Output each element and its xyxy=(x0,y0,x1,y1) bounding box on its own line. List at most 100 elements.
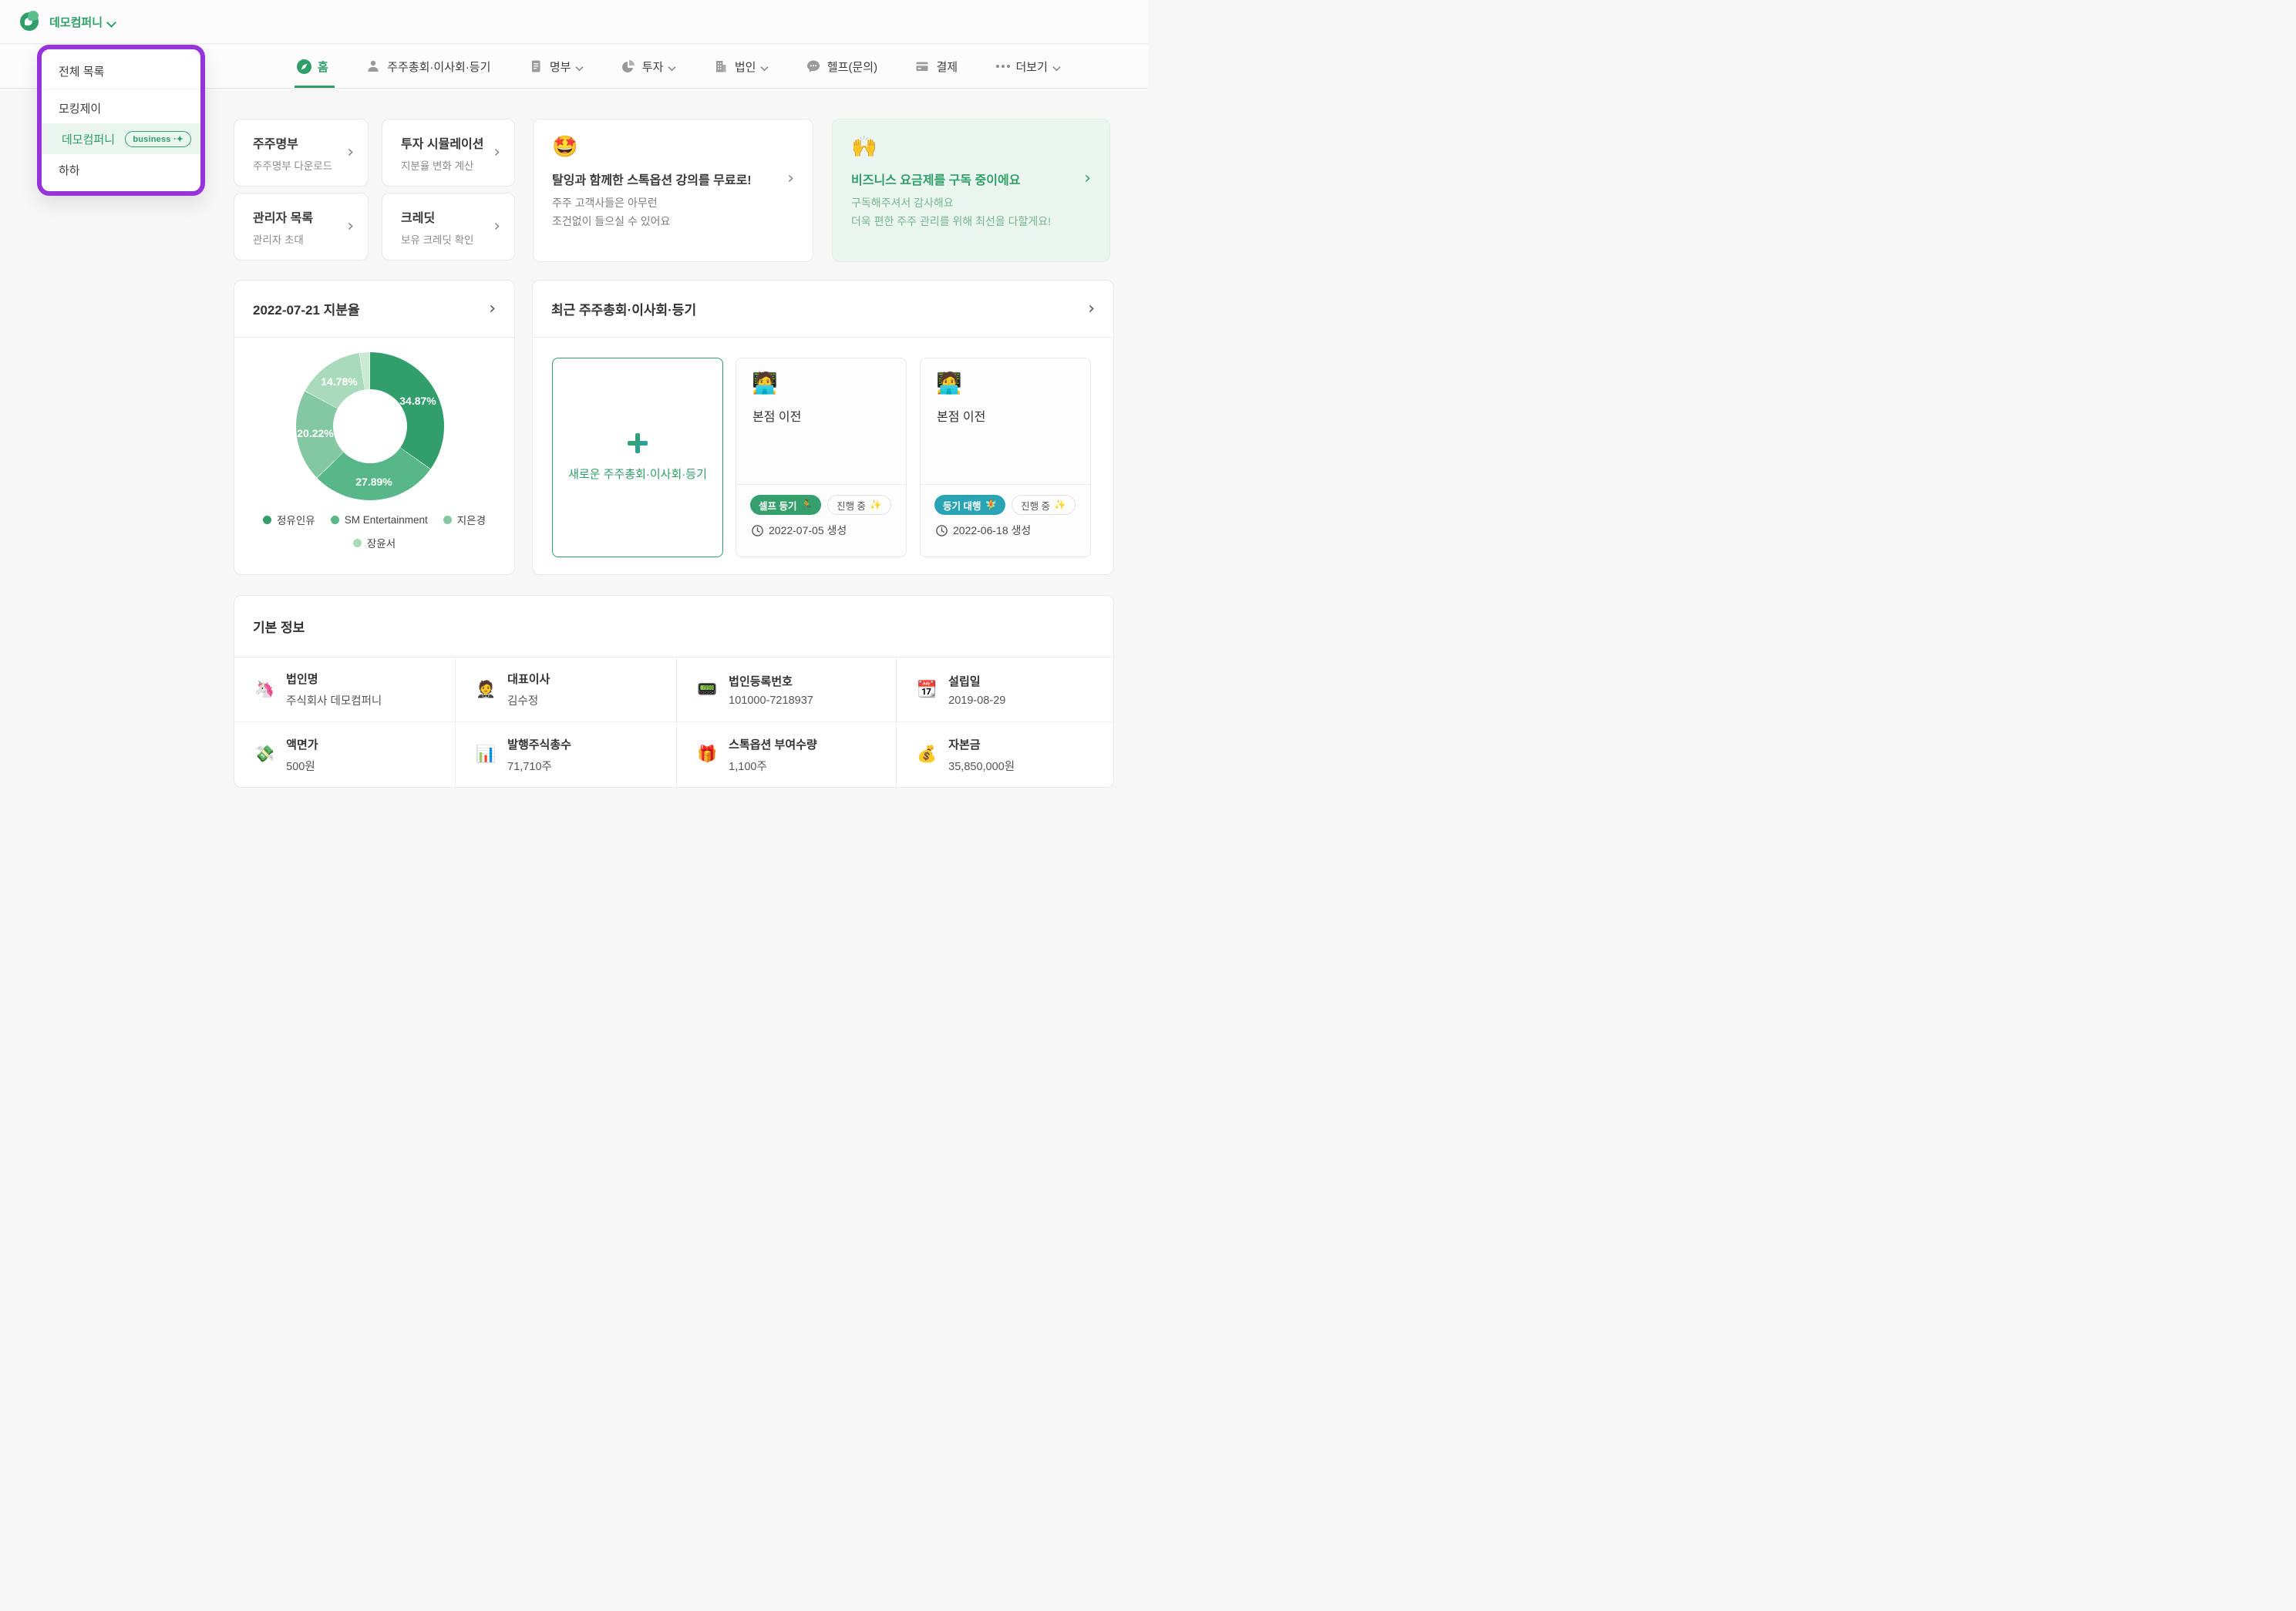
info-cell-registration-number: 📟 법인등록번호101000-7218937 xyxy=(677,658,897,722)
new-registry-label: 새로운 주주총회·이사회·등기 xyxy=(557,466,719,482)
chevron-right-icon: › xyxy=(493,144,500,161)
calendar-emoji: 📆 xyxy=(917,681,937,699)
divider xyxy=(736,484,906,485)
person-icon xyxy=(366,59,381,74)
dropdown-item-democompany-selected[interactable]: 데모컴퍼니 business ‧✦ xyxy=(42,123,200,154)
registry-status-badge: 진행 중✨ xyxy=(1012,495,1076,515)
chevron-down-icon xyxy=(762,63,767,69)
legend-item: 장윤서 xyxy=(353,535,396,550)
dropdown-item-haha[interactable]: 하하 xyxy=(42,154,200,185)
nav-tab-label: 헬프(문의) xyxy=(827,59,877,75)
dropdown-item-all-companies[interactable]: 전체 목록 xyxy=(42,54,200,89)
top-header: 데모컴퍼니 xyxy=(0,0,1148,44)
subscription-title: 비즈니스 요금제를 구독 중이에요 xyxy=(851,170,1020,188)
fairy-emoji: 🧚 xyxy=(985,499,997,511)
ownership-donut: 34.87% 27.89% 20.22% 14.78% xyxy=(296,352,444,500)
info-cell-capital: 💰 자본금35,850,000원 xyxy=(897,722,1113,787)
credit-card-icon xyxy=(915,59,930,74)
company-switcher[interactable]: 데모컴퍼니 xyxy=(49,14,115,30)
nav-tab-label: 홈 xyxy=(318,59,328,75)
quick-card-investment-simulation[interactable]: 투자 시뮬레이션 지분율 변화 계산 › xyxy=(382,119,515,187)
legend-dot xyxy=(353,539,362,547)
nav-tab-label: 법인 xyxy=(735,59,756,75)
donut-legend-row2: 장윤서 xyxy=(234,535,514,550)
subscription-line1: 구독해주셔서 감사해요 xyxy=(851,195,1091,210)
chevron-down-icon xyxy=(577,63,582,69)
chat-bubble-icon xyxy=(806,59,821,74)
nav-tab-more[interactable]: 더보기 xyxy=(996,45,1060,88)
dropdown-item-label: 전체 목록 xyxy=(59,63,104,79)
person-suit-emoji: 🤵 xyxy=(476,681,496,699)
nav-tab-general-meeting[interactable]: 주주총회·이사회·등기 xyxy=(366,45,490,88)
chevron-right-icon: › xyxy=(1084,170,1091,187)
basic-info-card: 기본 정보 🦄 법인명주식회사 데모컴퍼니 🤵 대표이사김수정 📟 법인등록번호… xyxy=(234,595,1114,788)
info-cell-founding-date: 📆 설립일2019-08-29 xyxy=(897,658,1113,722)
clock-icon xyxy=(752,525,763,536)
sparkles-emoji: ✨ xyxy=(870,499,882,511)
legend-dot xyxy=(443,516,452,524)
money-bag-emoji: 💰 xyxy=(917,745,937,764)
nav-tab-label: 명부 xyxy=(550,59,571,75)
nav-tab-register[interactable]: 명부 xyxy=(529,45,584,88)
nav-tab-investment[interactable]: 투자 xyxy=(621,45,676,88)
raising-hands-emoji: 🙌 xyxy=(851,136,1091,157)
basic-info-title: 기본 정보 xyxy=(253,617,305,636)
info-cell-ceo: 🤵 대표이사김수정 xyxy=(456,658,677,722)
nav-tab-label: 결제 xyxy=(936,59,958,75)
document-icon xyxy=(529,59,544,74)
home-compass-icon xyxy=(297,59,311,74)
donut-label-3: 20.22% xyxy=(297,427,333,439)
quick-card-credit[interactable]: 크레딧 보유 크레딧 확인 › xyxy=(382,193,515,261)
registry-created-date: 2022-07-05 생성 xyxy=(752,523,847,538)
dropdown-item-label: 하하 xyxy=(59,162,80,178)
promo-card-stock-option-lecture[interactable]: 🤩 탈잉과 함께한 스톡옵션 강의를 무료로! › 주주 고객사들은 아무런 조… xyxy=(533,119,813,262)
legend-item: 지은경 xyxy=(443,512,486,527)
registry-item-card[interactable]: 🧑‍💻 본점 이전 셀프 등기🏃 진행 중✨ 2022-07-05 생성 xyxy=(736,358,907,557)
ownership-title: 2022-07-21 지분율 xyxy=(253,299,360,318)
sparkles-emoji: ✨ xyxy=(1054,499,1066,511)
legend-dot xyxy=(263,516,271,524)
info-cell-corporation-name: 🦄 법인명주식회사 데모컴퍼니 xyxy=(234,658,456,722)
ellipsis-icon xyxy=(996,65,1010,68)
app-logo-icon xyxy=(20,12,39,31)
quick-card-admin-list[interactable]: 관리자 목록 관리자 초대 › xyxy=(234,193,369,261)
company-dropdown-menu: 전체 목록 모킹제이 데모컴퍼니 business ‧✦ 하하 xyxy=(37,45,205,196)
subscription-status-card[interactable]: 🙌 비즈니스 요금제를 구독 중이에요 › 구독해주셔서 감사해요 더욱 편한 … xyxy=(832,119,1110,262)
chevron-right-icon[interactable]: › xyxy=(489,301,496,318)
new-registry-button[interactable]: 새로운 주주총회·이사회·등기 xyxy=(552,358,723,557)
registry-item-title: 본점 이전 xyxy=(937,406,985,425)
registry-section-title: 최근 주주총회·이사회·등기 xyxy=(551,299,696,318)
chevron-down-icon xyxy=(1054,63,1059,69)
money-wings-emoji: 💸 xyxy=(254,745,274,764)
chevron-right-icon[interactable]: › xyxy=(1088,301,1095,318)
legend-item: 정유인유 xyxy=(263,512,315,527)
quick-card-shareholder-list[interactable]: 주주명부 주주명부 다운로드 › xyxy=(234,119,369,187)
technologist-emoji: 🧑‍💻 xyxy=(936,371,962,395)
donut-label-1: 34.87% xyxy=(399,395,436,407)
dropdown-item-mockingjay[interactable]: 모킹제이 xyxy=(42,92,200,123)
nav-tab-label: 주주총회·이사회·등기 xyxy=(387,59,490,75)
nav-tab-home[interactable]: 홈 xyxy=(297,45,328,88)
promo-title: 탈잉과 함께한 스톡옵션 강의를 무료로! xyxy=(552,170,752,188)
clock-icon xyxy=(936,525,948,536)
gift-emoji: 🎁 xyxy=(697,745,717,764)
info-cell-total-shares: 📊 발행주식총수71,710주 xyxy=(456,722,677,787)
chevron-right-icon: › xyxy=(787,170,794,187)
pager-emoji: 📟 xyxy=(697,681,717,699)
registry-item-card[interactable]: 🧑‍💻 본점 이전 등기 대행🧚 진행 중✨ 2022-06-18 생성 xyxy=(920,358,1091,557)
registry-created-date: 2022-06-18 생성 xyxy=(936,523,1031,538)
ownership-card: 2022-07-21 지분율 › 34.87% 27.89% 20.22% 14… xyxy=(234,280,515,575)
runner-emoji: 🏃 xyxy=(800,499,813,511)
donut-legend-row1: 정유인유 SM Entertainment 지은경 xyxy=(234,512,514,527)
legend-item: SM Entertainment xyxy=(331,512,428,527)
company-switcher-label: 데모컴퍼니 xyxy=(49,14,103,30)
technologist-emoji: 🧑‍💻 xyxy=(752,371,778,395)
nav-tab-corporation[interactable]: 법인 xyxy=(714,45,769,88)
plus-icon xyxy=(628,433,648,453)
nav-tab-payment[interactable]: 결제 xyxy=(915,45,958,88)
star-struck-emoji: 🤩 xyxy=(552,136,794,157)
dashboard-page: { "header": { "company": "데모컴퍼니" }, "com… xyxy=(0,0,1148,806)
recent-registry-card: 최근 주주총회·이사회·등기 › 새로운 주주총회·이사회·등기 🧑‍💻 본점 … xyxy=(532,280,1114,575)
donut-label-4: 14.78% xyxy=(321,375,357,388)
nav-tab-help[interactable]: 헬프(문의) xyxy=(806,45,877,88)
